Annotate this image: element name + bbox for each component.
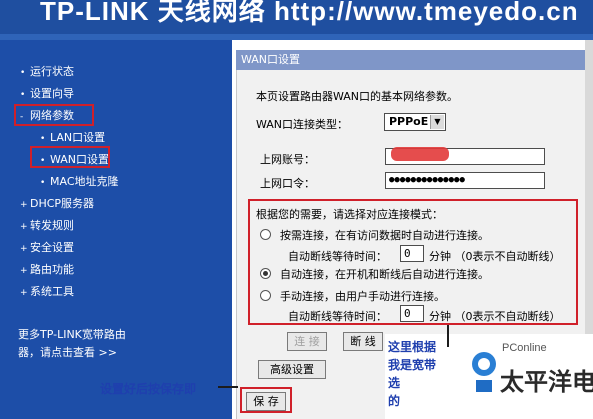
sidebar-footer-link[interactable]: 更多TP-LINK宽带路由 器，请点击查看 >> <box>18 326 126 362</box>
banner-title: TP-LINK 天线网络 http://www.tmeyedo.cn <box>40 0 579 26</box>
mode-manual-radio[interactable] <box>260 290 271 301</box>
advanced-settings-button[interactable]: 高级设置 <box>258 360 326 379</box>
mode-manual-label: 手动连接，由用户手动进行连接。 <box>280 290 445 303</box>
pconline-watermark: PConline 太平洋电脑 <box>470 336 593 419</box>
wait-label: 自动断线等待时间： <box>288 310 387 323</box>
sidebar-item-label: LAN口设置 <box>50 131 106 144</box>
footer-line-1: 更多TP-LINK宽带路由 <box>18 328 126 341</box>
expand-icon: + <box>20 244 28 254</box>
mode-arrow-line <box>447 325 449 347</box>
sidebar-item-label: 路由功能 <box>30 263 74 276</box>
side-note-1: 这里根据 <box>388 340 437 354</box>
disconnect-button[interactable]: 断 线 <box>343 332 383 351</box>
sidebar-item-wizard[interactable]: • 设置向导 <box>20 86 74 102</box>
wait-unit: 分钟 （0表示不自动断线） <box>429 250 561 263</box>
sidebar-item-label: DHCP服务器 <box>30 197 95 210</box>
save-hint-annotation: 设置好后按保存即 <box>100 382 197 396</box>
sidebar-item-label: 转发规则 <box>30 219 74 232</box>
expand-icon: + <box>20 266 28 276</box>
wait-time-input-1[interactable]: 0 <box>400 245 424 262</box>
mode-on-demand-label: 按需连接，在有访问数据时自动进行连接。 <box>280 229 489 242</box>
sidebar-item-label: 设置向导 <box>30 87 74 100</box>
sidebar-item-forwarding[interactable]: + 转发规则 <box>20 218 74 234</box>
top-banner: TP-LINK 天线网络 http://www.tmeyedo.cn <box>0 0 593 34</box>
highlight-wan-box <box>30 146 110 168</box>
conn-type-select[interactable]: PPPoE ▼ <box>384 113 446 131</box>
expand-icon: + <box>20 222 28 232</box>
conn-type-value: PPPoE <box>389 115 429 128</box>
bullet-icon: • <box>20 90 26 100</box>
connect-button[interactable]: 连 接 <box>287 332 327 351</box>
side-note-3: 选 <box>388 376 401 390</box>
bullet-icon: • <box>20 68 26 78</box>
sidebar-item-mac-clone[interactable]: • MAC地址克隆 <box>40 174 119 190</box>
sidebar-item-routing[interactable]: + 路由功能 <box>20 262 74 278</box>
sidebar-item-dhcp[interactable]: + DHCP服务器 <box>20 196 94 212</box>
sidebar-item-label: 系统工具 <box>30 285 74 298</box>
mode-auto-label: 自动连接，在开机和断线后自动进行连接。 <box>280 268 489 281</box>
side-note-2: 我是宽带 <box>388 358 437 372</box>
sidebar-item-system-tools[interactable]: + 系统工具 <box>20 284 74 300</box>
sidebar-item-label: 运行状态 <box>30 65 74 78</box>
redacted-account-scribble <box>391 147 449 161</box>
password-input[interactable]: ●●●●●●●●●●●●●● <box>385 172 545 189</box>
footer-line-2: 器，请点击查看 >> <box>18 346 117 359</box>
chevron-down-icon: ▼ <box>430 115 444 129</box>
highlight-network-box <box>14 104 94 126</box>
save-hint-arrow <box>218 386 238 388</box>
save-button[interactable]: 保 存 <box>246 392 286 411</box>
sidebar-item-security[interactable]: + 安全设置 <box>20 240 74 256</box>
sidebar-item-status[interactable]: • 运行状态 <box>20 64 74 80</box>
password-label: 上网口令： <box>260 177 315 190</box>
expand-icon: + <box>20 288 28 298</box>
account-label: 上网账号： <box>260 153 315 166</box>
sidebar-item-label: 安全设置 <box>30 241 74 254</box>
logo-brand-text: PConline <box>502 342 547 354</box>
panel-title: WAN口设置 <box>236 50 585 70</box>
mode-auto-radio[interactable] <box>260 268 271 279</box>
bullet-icon: • <box>40 134 46 144</box>
wait-unit: 分钟 （0表示不自动断线） <box>429 310 561 323</box>
bullet-icon: • <box>40 178 46 188</box>
wait-label: 自动断线等待时间： <box>288 250 387 263</box>
panel-intro: 本页设置路由器WAN口的基本网络参数。 <box>256 90 459 103</box>
conn-type-label: WAN口连接类型： <box>256 118 349 131</box>
expand-icon: + <box>20 200 28 210</box>
logo-chinese-text: 太平洋电脑 <box>500 368 593 396</box>
mode-on-demand-radio[interactable] <box>260 229 271 240</box>
sidebar-item-label: MAC地址克隆 <box>50 175 119 188</box>
sidebar-item-lan[interactable]: • LAN口设置 <box>40 130 105 146</box>
side-note-4: 的 <box>388 394 401 408</box>
mode-prompt: 根据您的需要，请选择对应连接模式： <box>256 208 443 221</box>
wait-time-input-2[interactable]: 0 <box>400 305 424 322</box>
